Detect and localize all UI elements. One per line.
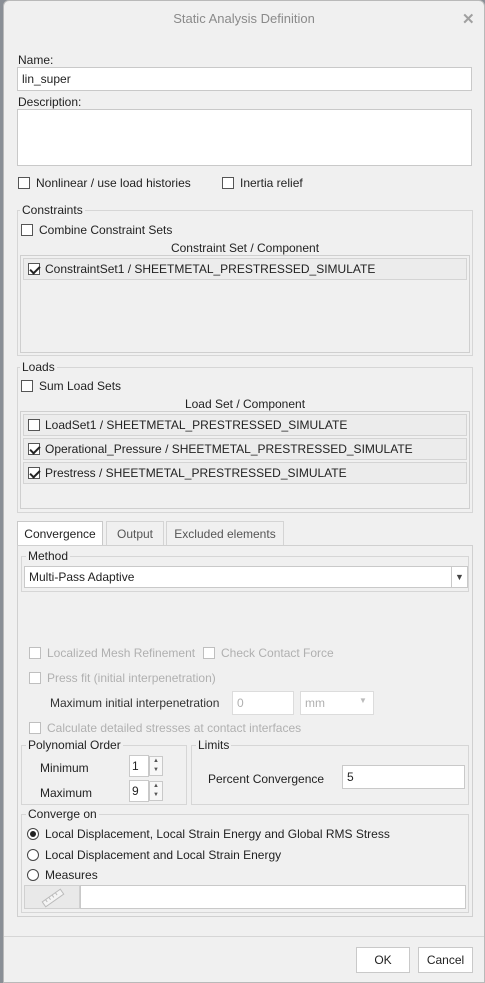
- check-contact-label: Check Contact Force: [221, 646, 334, 660]
- list-item[interactable]: Prestress / SHEETMETAL_PRESTRESSED_SIMUL…: [23, 462, 467, 484]
- chevron-down-icon[interactable]: ▼: [451, 567, 467, 587]
- load-checkbox[interactable]: [28, 467, 40, 479]
- converge-option-local[interactable]: Local Displacement and Local Strain Ener…: [27, 848, 281, 862]
- radio-button[interactable]: [27, 849, 39, 861]
- inertia-relief-option[interactable]: Inertia relief: [222, 176, 303, 190]
- measures-field[interactable]: [80, 885, 466, 909]
- maximum-stepper[interactable]: ▲ ▼: [149, 781, 163, 801]
- description-label: Description:: [18, 95, 82, 109]
- detailed-stresses-checkbox[interactable]: [29, 722, 41, 734]
- stepper-up-icon[interactable]: ▲: [150, 757, 162, 766]
- title-bar: Static Analysis Definition ✕: [4, 1, 484, 37]
- load-label: Prestress / SHEETMETAL_PRESTRESSED_SIMUL…: [45, 466, 347, 480]
- press-fit-option[interactable]: Press fit (initial interpenetration): [29, 671, 216, 685]
- nonlinear-label: Nonlinear / use load histories: [36, 176, 191, 190]
- stepper-down-icon[interactable]: ▼: [150, 766, 162, 775]
- chevron-down-icon: ▼: [359, 696, 367, 705]
- constraint-column-header: Constraint Set / Component: [170, 241, 320, 255]
- constraint-label: ConstraintSet1 / SHEETMETAL_PRESTRESSED_…: [45, 262, 376, 276]
- inertia-relief-checkbox[interactable]: [222, 177, 234, 189]
- method-select[interactable]: Multi-Pass Adaptive: [24, 566, 468, 588]
- nonlinear-checkbox[interactable]: [18, 177, 30, 189]
- list-item[interactable]: LoadSet1 / SHEETMETAL_PRESTRESSED_SIMULA…: [23, 414, 467, 436]
- load-checkbox[interactable]: [28, 419, 40, 431]
- close-icon[interactable]: ✕: [462, 10, 475, 28]
- stepper-down-icon[interactable]: ▼: [150, 791, 162, 800]
- limits-title: Limits: [196, 738, 232, 752]
- ok-button[interactable]: OK: [356, 947, 410, 973]
- list-item[interactable]: ConstraintSet1 / SHEETMETAL_PRESTRESSED_…: [23, 258, 467, 280]
- constraint-checkbox[interactable]: [28, 263, 40, 275]
- dialog-title: Static Analysis Definition: [173, 11, 315, 26]
- converge-option-label: Local Displacement, Local Strain Energy …: [45, 827, 390, 841]
- sum-load-option[interactable]: Sum Load Sets: [21, 379, 121, 393]
- localized-mesh-label: Localized Mesh Refinement: [47, 646, 196, 660]
- cancel-button[interactable]: Cancel: [418, 947, 473, 973]
- sum-load-label: Sum Load Sets: [39, 379, 122, 393]
- unit-select[interactable]: mm ▼: [300, 691, 374, 715]
- description-input[interactable]: [17, 109, 472, 166]
- load-column-header: Load Set / Component: [184, 397, 306, 411]
- converge-option-label: Measures: [45, 868, 98, 882]
- inertia-relief-label: Inertia relief: [240, 176, 303, 190]
- stepper-up-icon[interactable]: ▲: [150, 782, 162, 791]
- localized-mesh-checkbox[interactable]: [29, 647, 41, 659]
- converge-option-label: Local Displacement and Local Strain Ener…: [45, 848, 282, 862]
- detailed-stresses-label: Calculate detailed stresses at contact i…: [47, 721, 302, 735]
- name-label: Name:: [18, 53, 54, 67]
- max-interpenetration-input[interactable]: 0: [232, 691, 294, 715]
- static-analysis-dialog: Static Analysis Definition ✕ Name: lin_s…: [3, 0, 485, 983]
- load-label: LoadSet1 / SHEETMETAL_PRESTRESSED_SIMULA…: [45, 418, 348, 432]
- ruler-icon: [41, 888, 65, 908]
- percent-convergence-input[interactable]: 5: [342, 765, 465, 789]
- tab-excluded-elements[interactable]: Excluded elements: [166, 521, 284, 545]
- name-input[interactable]: lin_super: [17, 67, 472, 91]
- press-fit-checkbox[interactable]: [29, 672, 41, 684]
- tab-convergence[interactable]: Convergence: [17, 521, 103, 545]
- localized-mesh-option[interactable]: Localized Mesh Refinement: [29, 646, 195, 660]
- detailed-stresses-option[interactable]: Calculate detailed stresses at contact i…: [29, 721, 301, 735]
- maximum-label: Maximum: [40, 786, 93, 800]
- constraints-title: Constraints: [20, 203, 85, 217]
- converge-option-measures[interactable]: Measures: [27, 868, 98, 882]
- maximum-input[interactable]: 9: [129, 780, 149, 802]
- combine-constraint-option[interactable]: Combine Constraint Sets: [21, 223, 172, 237]
- method-value: Multi-Pass Adaptive: [29, 570, 135, 584]
- measures-button[interactable]: [24, 885, 80, 909]
- press-fit-label: Press fit (initial interpenetration): [47, 671, 216, 685]
- unit-value: mm: [305, 696, 325, 710]
- load-checkbox[interactable]: [28, 443, 40, 455]
- load-label: Operational_Pressure / SHEETMETAL_PRESTR…: [45, 442, 413, 456]
- loads-title: Loads: [20, 360, 57, 374]
- percent-convergence-label: Percent Convergence: [208, 772, 325, 786]
- minimum-stepper[interactable]: ▲ ▼: [149, 756, 163, 776]
- combine-constraint-label: Combine Constraint Sets: [39, 223, 173, 237]
- converge-option-global[interactable]: Local Displacement, Local Strain Energy …: [27, 827, 390, 841]
- nonlinear-option[interactable]: Nonlinear / use load histories: [18, 176, 191, 190]
- radio-button[interactable]: [27, 869, 39, 881]
- sum-load-checkbox[interactable]: [21, 380, 33, 392]
- polynomial-order-title: Polynomial Order: [26, 738, 123, 752]
- converge-on-title: Converge on: [26, 807, 99, 821]
- check-contact-checkbox[interactable]: [203, 647, 215, 659]
- list-item[interactable]: Operational_Pressure / SHEETMETAL_PRESTR…: [23, 438, 467, 460]
- minimum-input[interactable]: 1: [129, 755, 149, 777]
- constraint-list[interactable]: ConstraintSet1 / SHEETMETAL_PRESTRESSED_…: [20, 255, 470, 353]
- radio-button[interactable]: [27, 828, 39, 840]
- method-title: Method: [26, 549, 71, 563]
- tab-output[interactable]: Output: [106, 521, 164, 545]
- max-interpenetration-label: Maximum initial interpenetration: [50, 696, 220, 710]
- minimum-label: Minimum: [40, 761, 89, 775]
- combine-constraint-checkbox[interactable]: [21, 224, 33, 236]
- load-list[interactable]: LoadSet1 / SHEETMETAL_PRESTRESSED_SIMULA…: [20, 411, 470, 509]
- check-contact-option[interactable]: Check Contact Force: [203, 646, 334, 660]
- footer-divider: [4, 936, 484, 937]
